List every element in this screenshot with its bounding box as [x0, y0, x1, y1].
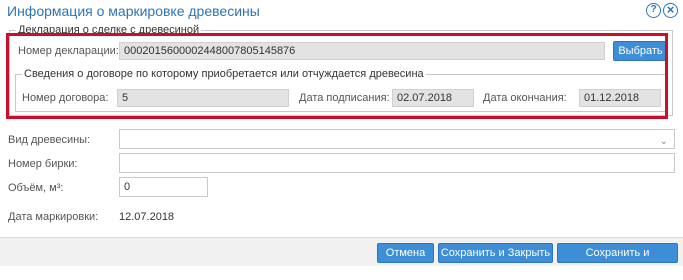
tag-number-label: Номер бирки: [8, 158, 78, 170]
tag-number-input[interactable] [119, 153, 675, 173]
wood-type-label: Вид древесины: [8, 134, 91, 146]
dialog-footer: Отмена Сохранить и Закрыть Сохранить и П… [0, 237, 683, 277]
save-and-sign-button[interactable]: Сохранить и Подписать [557, 243, 678, 277]
help-icon[interactable]: ? [646, 3, 661, 18]
window-titlebar: Информация о маркировке древесины ? × [0, 0, 683, 22]
save-and-close-button[interactable]: Сохранить и Закрыть [438, 243, 553, 263]
window-title: Информация о маркировке древесины [7, 3, 260, 19]
marking-date-label: Дата маркировки: [8, 211, 99, 223]
volume-input[interactable]: 0 [119, 177, 208, 197]
cancel-button[interactable]: Отмена [377, 243, 434, 263]
wood-type-select[interactable]: ⌄ [119, 129, 675, 149]
marking-date-value: 12.07.2018 [119, 211, 175, 223]
chevron-down-icon[interactable]: ⌄ [660, 133, 668, 151]
highlight-frame [6, 33, 668, 119]
close-icon[interactable]: × [663, 3, 678, 18]
volume-label: Объём, м³: [8, 182, 64, 194]
